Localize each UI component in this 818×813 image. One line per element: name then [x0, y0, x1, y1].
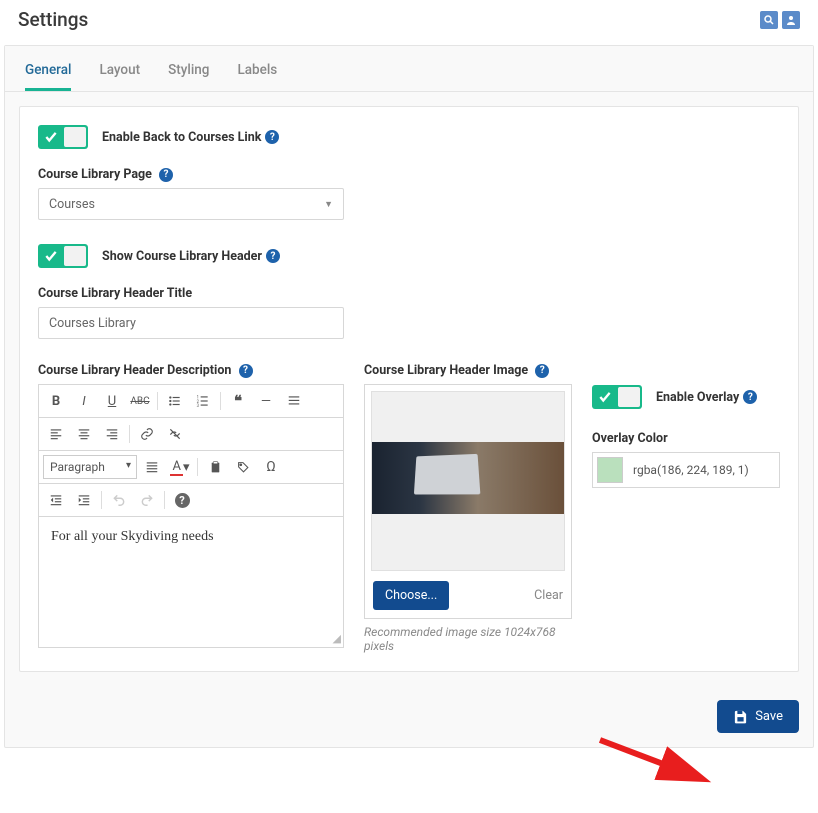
outdent-icon[interactable]	[43, 488, 69, 512]
help-icon[interactable]: ?	[159, 168, 173, 182]
align-right-icon[interactable]	[99, 422, 125, 446]
editor-toolbar-3: Paragraph A ▾ Ω	[39, 451, 343, 484]
image-hint: Recommended image size 1024x768 pixels	[364, 625, 572, 653]
page-title: Settings	[18, 8, 88, 31]
underline-icon[interactable]: U	[99, 389, 125, 413]
image-preview	[371, 391, 565, 571]
tag-icon[interactable]	[230, 455, 256, 479]
align-center-icon[interactable]	[71, 422, 97, 446]
rich-text-editor: B I U ABC 123 ❝ —	[38, 384, 344, 648]
color-swatch	[597, 457, 623, 483]
chevron-down-icon: ▼	[324, 199, 333, 210]
image-upload-box: Choose... Clear	[364, 384, 572, 619]
label-show-header: Show Course Library Header	[102, 249, 262, 264]
tab-layout[interactable]: Layout	[99, 56, 140, 91]
label-header-title: Course Library Header Title	[38, 286, 780, 301]
label-enable-back-link: Enable Back to Courses Link	[102, 130, 261, 145]
help-editor-icon[interactable]: ?	[169, 488, 195, 512]
search-icon[interactable]	[760, 11, 778, 29]
redo-icon[interactable]	[134, 488, 160, 512]
format-select[interactable]: Paragraph	[43, 455, 137, 479]
input-header-title[interactable]	[38, 307, 344, 339]
resize-handle-icon[interactable]: ◢	[333, 632, 341, 645]
strikethrough-icon[interactable]: ABC	[127, 389, 153, 413]
undo-icon[interactable]	[106, 488, 132, 512]
choose-button[interactable]: Choose...	[373, 581, 449, 610]
omega-icon[interactable]: Ω	[258, 455, 284, 479]
blockquote-icon[interactable]: ❝	[225, 389, 251, 413]
label-enable-overlay: Enable Overlay	[656, 390, 739, 405]
justify-icon[interactable]	[139, 455, 165, 479]
bold-icon[interactable]: B	[43, 389, 69, 413]
toggle-enable-back-link[interactable]	[38, 125, 88, 149]
tab-labels[interactable]: Labels	[237, 56, 277, 91]
help-icon[interactable]: ?	[535, 364, 549, 378]
toggle-enable-overlay[interactable]	[592, 385, 642, 409]
indent-icon[interactable]	[71, 488, 97, 512]
label-header-image: Course Library Header Image ?	[364, 363, 572, 378]
select-course-library-page[interactable]: Courses ▼	[38, 188, 344, 220]
save-button[interactable]: Save	[717, 700, 799, 733]
paste-icon[interactable]	[202, 455, 228, 479]
color-picker[interactable]: rgba(186, 224, 189, 1)	[592, 452, 780, 488]
clear-link[interactable]: Clear	[534, 588, 563, 603]
label-header-desc: Course Library Header Description ?	[38, 363, 344, 378]
editor-toolbar-2	[39, 418, 343, 451]
user-icon[interactable]	[782, 11, 800, 29]
label-overlay-color: Overlay Color	[592, 431, 780, 446]
align-left-icon[interactable]	[43, 422, 69, 446]
help-icon[interactable]: ?	[239, 364, 253, 378]
editor-toolbar-4: ?	[39, 484, 343, 517]
numbered-list-icon[interactable]: 123	[190, 389, 216, 413]
help-icon[interactable]: ?	[743, 390, 757, 404]
save-icon	[733, 709, 748, 724]
label-course-library-page: Course Library Page ?	[38, 167, 780, 182]
clear-format-icon[interactable]	[281, 389, 307, 413]
tab-general[interactable]: General	[25, 56, 71, 91]
help-icon[interactable]: ?	[266, 249, 280, 263]
link-icon[interactable]	[134, 422, 160, 446]
editor-toolbar: B I U ABC 123 ❝ —	[39, 385, 343, 418]
text-color-icon[interactable]: A ▾	[167, 455, 193, 479]
horizontal-rule-icon[interactable]: —	[253, 389, 279, 413]
italic-icon[interactable]: I	[71, 389, 97, 413]
help-icon[interactable]: ?	[265, 130, 279, 144]
svg-text:3: 3	[197, 403, 200, 408]
unlink-icon[interactable]	[162, 422, 188, 446]
tab-styling[interactable]: Styling	[168, 56, 209, 91]
toggle-show-header[interactable]	[38, 244, 88, 268]
editor-content[interactable]: For all your Skydiving needs ◢	[39, 517, 343, 647]
tabs: General Layout Styling Labels	[5, 46, 813, 92]
bullet-list-icon[interactable]	[162, 389, 188, 413]
